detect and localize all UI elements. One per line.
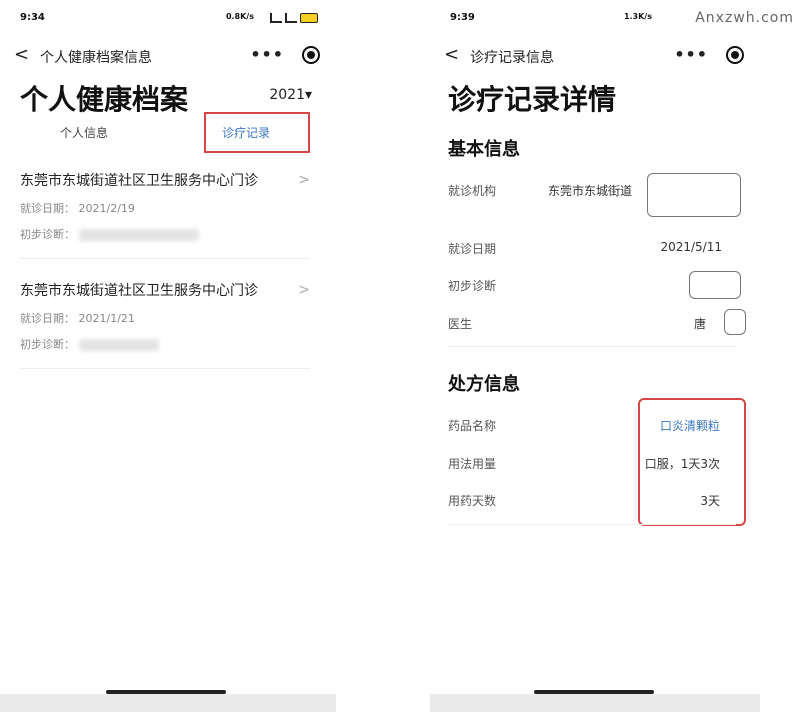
institution-label: 就诊机构: [448, 184, 497, 198]
record-diagnosis: 初步诊断：: [20, 336, 310, 352]
more-menu-button[interactable]: •••: [250, 45, 284, 64]
status-time: 9:39: [450, 12, 475, 23]
page-title: 诊疗记录详情: [448, 83, 617, 116]
status-net-speed: 1.3K/s: [623, 12, 652, 21]
privacy-mask: [724, 309, 746, 335]
home-indicator[interactable]: [534, 690, 654, 694]
usage-label: 用法用量: [448, 457, 497, 471]
chevron-right-icon: >: [298, 282, 310, 298]
row-date: 就诊日期 2021/5/11: [448, 240, 746, 260]
status-icons: [270, 13, 318, 23]
section-prescription: 处方信息: [448, 374, 520, 395]
doctor-value: 唐: [693, 317, 706, 331]
record-institution: 东莞市东城街道社区卫生服务中心门诊: [20, 173, 258, 189]
institution-value: 东莞市东城街道: [547, 184, 632, 198]
date-value: 2021/5/11: [660, 240, 722, 254]
date-value: 2021/2/19: [78, 202, 135, 215]
date-value: 2021/1/21: [78, 312, 135, 325]
divider: [448, 346, 736, 347]
diagnosis-label: 初步诊断: [448, 279, 497, 293]
record-institution: 东莞市东城街道社区卫生服务中心门诊: [20, 283, 258, 299]
right-screen: 9:39 1.3K/s < 诊疗记录信息 ••• 诊疗记录详情 基本信息 就诊机…: [430, 0, 760, 712]
signal-icon: [270, 13, 282, 23]
back-icon[interactable]: <: [444, 44, 459, 66]
highlight-box: [638, 398, 746, 526]
nav-bar: < 诊疗记录信息 •••: [444, 44, 746, 68]
diagnosis-label: 初步诊断：: [20, 338, 75, 351]
status-net-speed: 0.8K/s: [225, 12, 254, 21]
record-item[interactable]: 东莞市东城街道社区卫生服务中心门诊 > 就诊日期： 2021/2/19 初步诊断…: [20, 170, 310, 242]
tab-personal-info[interactable]: 个人信息: [60, 124, 108, 141]
divider: [20, 258, 310, 259]
battery-icon: [300, 13, 318, 23]
blurred-diagnosis: [78, 339, 159, 351]
more-menu-button[interactable]: •••: [674, 45, 708, 64]
record-diagnosis: 初步诊断：: [20, 226, 310, 242]
highlight-box: [204, 112, 310, 153]
date-label: 就诊日期：: [20, 202, 75, 215]
days-label: 用药天数: [448, 494, 497, 508]
bottom-strip: [0, 694, 336, 712]
drug-label: 药品名称: [448, 419, 497, 433]
signal-icon: [285, 13, 297, 23]
doctor-label: 医生: [448, 317, 473, 331]
date-label: 就诊日期: [448, 242, 497, 256]
close-miniprogram-icon[interactable]: [302, 46, 320, 64]
record-date: 就诊日期： 2021/1/21: [20, 310, 310, 326]
bottom-strip: [430, 694, 760, 712]
back-icon[interactable]: <: [14, 44, 29, 66]
page-title: 个人健康档案: [20, 83, 189, 116]
nav-title: 诊疗记录信息: [470, 50, 554, 66]
diagnosis-label: 初步诊断：: [20, 228, 75, 241]
gap: [336, 0, 430, 726]
year-selector[interactable]: 2021▾: [269, 87, 312, 103]
record-item[interactable]: 东莞市东城街道社区卫生服务中心门诊 > 就诊日期： 2021/1/21 初步诊断…: [20, 280, 310, 352]
divider: [448, 524, 736, 525]
divider: [20, 368, 310, 369]
status-time: 9:34: [20, 12, 45, 23]
privacy-mask: [647, 173, 741, 217]
nav-bar: < 个人健康档案信息 •••: [14, 44, 322, 68]
nav-title: 个人健康档案信息: [40, 50, 152, 66]
home-indicator[interactable]: [106, 690, 226, 694]
row-doctor: 医生 唐: [448, 315, 746, 335]
privacy-mask: [689, 271, 741, 299]
date-label: 就诊日期：: [20, 312, 75, 325]
blurred-diagnosis: [78, 229, 199, 241]
watermark: Anxzwh.com: [695, 10, 794, 26]
left-screen: 9:34 0.8K/s < 个人健康档案信息 ••• 个人健康档案 2021▾ …: [0, 0, 336, 712]
section-basic-info: 基本信息: [448, 139, 520, 160]
record-date: 就诊日期： 2021/2/19: [20, 200, 310, 216]
chevron-right-icon: >: [298, 172, 310, 188]
close-miniprogram-icon[interactable]: [726, 46, 744, 64]
status-bar: 9:34 0.8K/s: [20, 12, 324, 28]
